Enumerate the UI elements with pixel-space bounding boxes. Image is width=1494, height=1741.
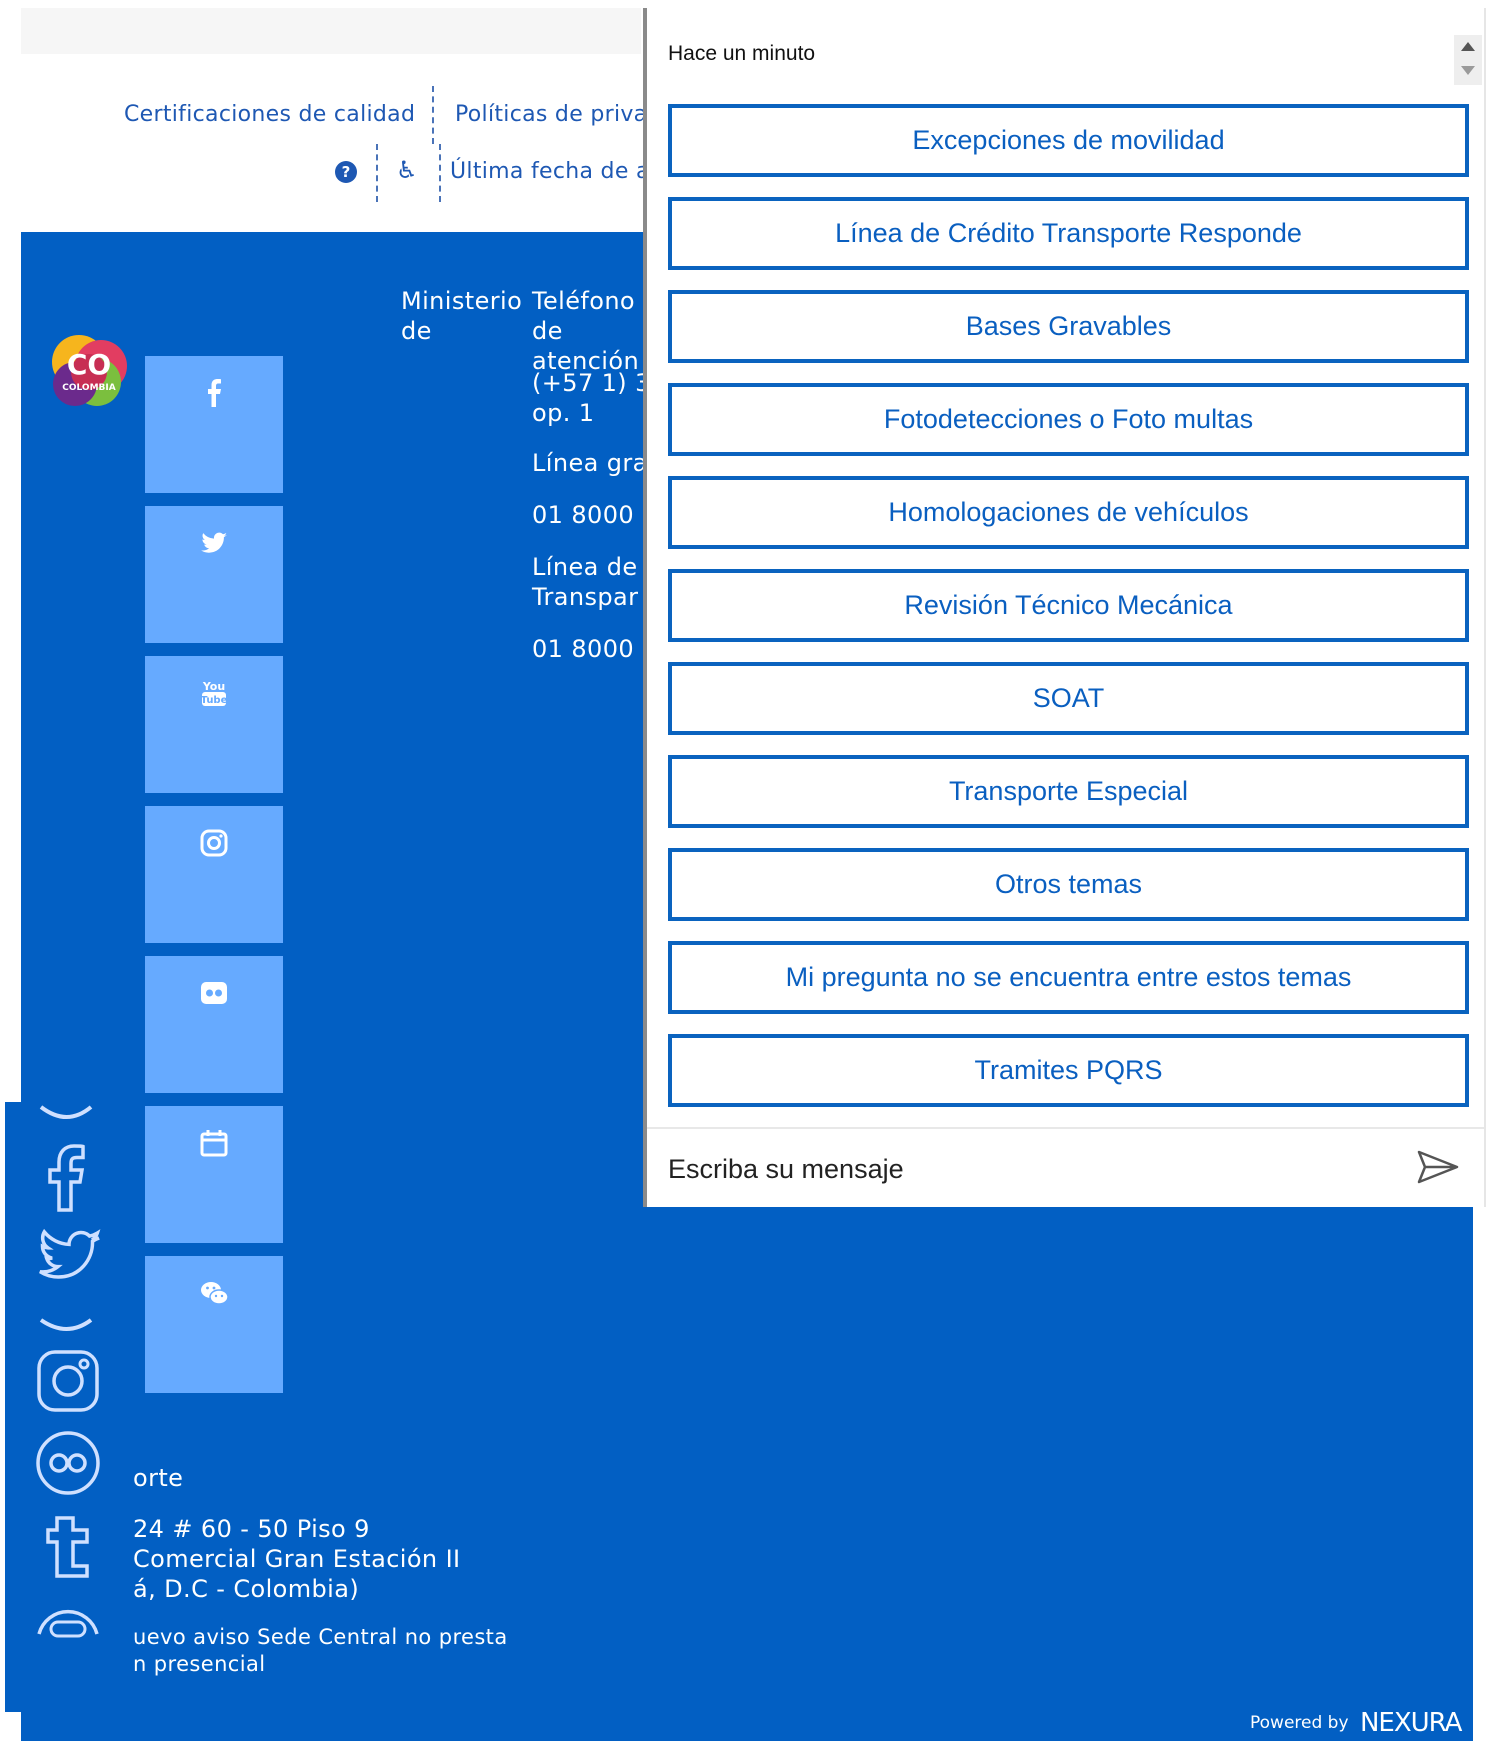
ministry-label: Ministerio de bbox=[401, 287, 523, 345]
calendar-tile[interactable] bbox=[145, 1106, 283, 1243]
free-line-label: Línea gra bbox=[532, 449, 648, 477]
transparency-line-number: 01 8000 bbox=[532, 635, 635, 663]
flickr-outline-icon[interactable] bbox=[35, 1430, 105, 1500]
address-line-3: á, D.C - Colombia) bbox=[133, 1575, 360, 1603]
chat-scrollbar[interactable] bbox=[1454, 35, 1482, 85]
transport-label: orte bbox=[133, 1464, 184, 1492]
colombia-logo: CO COLOMBIA bbox=[52, 335, 127, 406]
send-icon[interactable] bbox=[1416, 1149, 1460, 1185]
link-divider bbox=[376, 144, 378, 202]
scroll-up-icon[interactable] bbox=[1461, 42, 1475, 51]
address-line-1: 24 # 60 - 50 Piso 9 bbox=[133, 1515, 370, 1543]
privacy-policies-link[interactable]: Políticas de priva bbox=[455, 102, 644, 127]
left-social-strip bbox=[5, 1102, 108, 1712]
chat-panel: Hace un minuto Excepciones de movilidad … bbox=[643, 8, 1486, 1207]
option-tramites-pqrs[interactable]: Tramites PQRS bbox=[668, 1034, 1469, 1107]
free-line-number: 01 8000 bbox=[532, 501, 635, 529]
instagram-tile[interactable] bbox=[145, 806, 283, 943]
instagram-icon bbox=[200, 829, 228, 857]
smile-icon[interactable] bbox=[35, 1102, 105, 1137]
phone-number: (+57 1) 3 bbox=[532, 369, 651, 397]
link-divider bbox=[432, 86, 434, 144]
option-pregunta-no-encontrada[interactable]: Mi pregunta no se encuentra entre estos … bbox=[668, 941, 1469, 1014]
scroll-down-icon[interactable] bbox=[1461, 66, 1475, 75]
option-linea-credito[interactable]: Línea de Crédito Transporte Responde bbox=[668, 197, 1469, 270]
youtube-tile[interactable]: You Tube bbox=[145, 656, 283, 793]
chat-input-bar bbox=[647, 1127, 1484, 1207]
accessibility-icon[interactable]: ♿ bbox=[396, 156, 418, 184]
powered-by: Powered by NEXURA bbox=[1250, 1708, 1463, 1738]
notice-line-2: n presencial bbox=[133, 1652, 266, 1676]
flickr-tile[interactable] bbox=[145, 956, 283, 1093]
facebook-outline-icon[interactable] bbox=[35, 1142, 105, 1212]
flickr-icon bbox=[201, 982, 227, 1004]
option-transporte-especial[interactable]: Transporte Especial bbox=[668, 755, 1469, 828]
tumblr-outline-icon[interactable] bbox=[35, 1512, 105, 1582]
facebook-icon bbox=[208, 379, 221, 407]
svg-text:COLOMBIA: COLOMBIA bbox=[62, 383, 115, 393]
option-revision-tecnico-mecanica[interactable]: Revisión Técnico Mecánica bbox=[668, 569, 1469, 642]
partial-outline-icon[interactable] bbox=[35, 1598, 105, 1668]
svg-text:CO: CO bbox=[67, 348, 111, 381]
message-input[interactable] bbox=[668, 1147, 1388, 1191]
option-otros-temas[interactable]: Otros temas bbox=[668, 848, 1469, 921]
option-excepciones-movilidad[interactable]: Excepciones de movilidad bbox=[668, 104, 1469, 177]
chat-timestamp: Hace un minuto bbox=[668, 42, 816, 65]
certifications-link[interactable]: Certificaciones de calidad bbox=[124, 102, 415, 127]
chat-options: Excepciones de movilidad Línea de Crédit… bbox=[668, 104, 1469, 1127]
phone-option: op. 1 bbox=[532, 399, 595, 427]
youtube-icon: You Tube bbox=[201, 680, 228, 706]
last-update-link[interactable]: Última fecha de a bbox=[450, 159, 644, 184]
option-bases-gravables[interactable]: Bases Gravables bbox=[668, 290, 1469, 363]
svg-text:Tube: Tube bbox=[201, 695, 228, 706]
twitter-outline-icon[interactable] bbox=[35, 1224, 105, 1294]
option-fotodetecciones[interactable]: Fotodetecciones o Foto multas bbox=[668, 383, 1469, 456]
wechat-tile[interactable] bbox=[145, 1256, 283, 1393]
twitter-icon bbox=[201, 532, 227, 553]
wechat-icon bbox=[201, 1282, 229, 1305]
header-links: Certificaciones de calidad Políticas de … bbox=[0, 0, 644, 232]
calendar-icon bbox=[200, 1130, 228, 1157]
instagram-outline-icon[interactable] bbox=[35, 1348, 105, 1418]
link-divider bbox=[439, 144, 441, 202]
svg-text:You: You bbox=[202, 680, 225, 693]
nexura-logo[interactable]: NEXURA bbox=[1360, 1708, 1463, 1738]
option-homologaciones[interactable]: Homologaciones de vehículos bbox=[668, 476, 1469, 549]
notice-line-1: uevo aviso Sede Central no presta bbox=[133, 1625, 508, 1649]
option-soat[interactable]: SOAT bbox=[668, 662, 1469, 735]
help-icon[interactable]: ? bbox=[335, 161, 357, 183]
powered-by-label: Powered by bbox=[1250, 1713, 1349, 1733]
facebook-tile[interactable] bbox=[145, 356, 283, 493]
address-line-2: Comercial Gran Estación II bbox=[133, 1545, 461, 1573]
twitter-tile[interactable] bbox=[145, 506, 283, 643]
